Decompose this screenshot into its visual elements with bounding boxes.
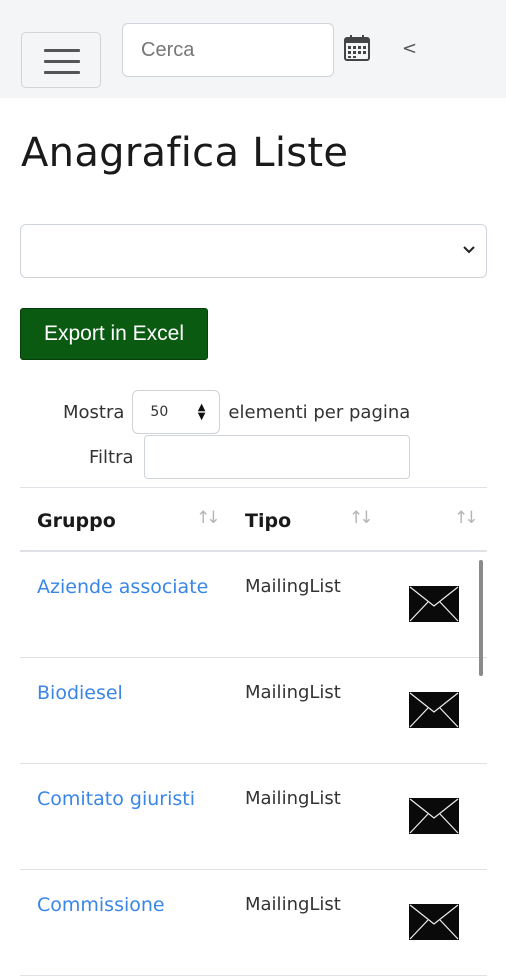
table-row: Comitato giuristi MailingList [20, 764, 487, 870]
table-header: Gruppo ↑↓ Tipo ↑↓ ↑↓ [20, 488, 487, 552]
show-label: Mostra [63, 401, 125, 423]
menu-icon-bar [44, 60, 80, 63]
updown-arrows-icon: ▲ ▼ [197, 402, 206, 422]
sort-icon[interactable]: ↑↓ [196, 508, 220, 528]
envelope-icon[interactable] [409, 904, 459, 940]
envelope-icon[interactable] [409, 798, 459, 834]
group-link[interactable]: Comitato giuristi [37, 784, 227, 814]
table-row: Aziende associate MailingList [20, 552, 487, 658]
per-page-label: elementi per pagina [228, 401, 411, 423]
envelope-icon[interactable] [409, 692, 459, 728]
page-length-select[interactable]: 50 ▲ ▼ [132, 390, 221, 434]
page-length-control: Mostra 50 ▲ ▼ elementi per pagina [63, 390, 410, 434]
table-row: Biodiesel MailingList [20, 658, 487, 764]
envelope-icon[interactable] [409, 586, 459, 622]
type-cell: MailingList [245, 682, 341, 703]
menu-toggle-button[interactable] [21, 32, 101, 88]
list-select[interactable] [20, 224, 487, 278]
group-link[interactable]: Biodiesel [37, 678, 227, 708]
page-length-value: 50 [150, 404, 169, 420]
export-excel-button[interactable]: Export in Excel [20, 308, 208, 360]
menu-icon-bar [44, 49, 80, 52]
type-cell: MailingList [245, 576, 341, 597]
page-title: Anagrafica Liste [21, 130, 349, 176]
calendar-icon[interactable] [342, 33, 372, 63]
filter-control: Filtra [89, 435, 410, 479]
sort-icon[interactable]: ↑↓ [349, 508, 373, 528]
column-header-gruppo[interactable]: Gruppo [37, 510, 116, 532]
search-input[interactable] [122, 23, 334, 77]
group-link[interactable]: Aziende associate [37, 572, 227, 602]
table-scrollbar[interactable] [479, 560, 483, 676]
filter-label: Filtra [89, 446, 134, 468]
chevron-down-icon [463, 246, 475, 254]
type-cell: MailingList [245, 788, 341, 809]
type-cell: MailingList [245, 894, 341, 915]
top-navbar: < [0, 0, 506, 98]
menu-icon-bar [44, 71, 80, 74]
sort-icon[interactable]: ↑↓ [454, 508, 478, 528]
collapse-button[interactable]: < [402, 38, 417, 59]
column-header-tipo[interactable]: Tipo [245, 510, 291, 532]
group-link[interactable]: Commissione [37, 890, 227, 920]
filter-input[interactable] [143, 435, 410, 479]
table-row: Commissione MailingList [20, 870, 487, 976]
